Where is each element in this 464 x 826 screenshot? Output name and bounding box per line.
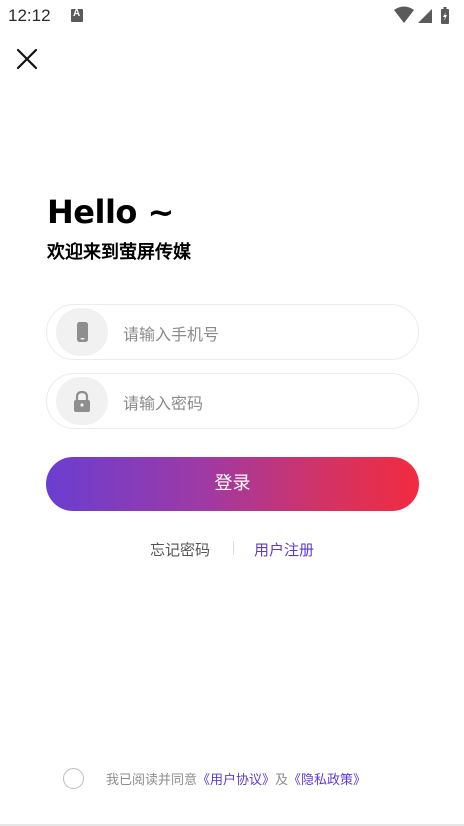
phone-icon — [77, 322, 88, 342]
agreement-row: 我已阅读并同意《用户协议》及《隐私政策》 — [0, 766, 464, 790]
status-icons — [394, 6, 456, 26]
lock-icon — [74, 391, 90, 412]
welcome-subtitle: 欢迎来到萤屏传媒 — [47, 242, 191, 263]
user-agreement-link[interactable]: 《用户协议》 — [197, 773, 275, 788]
phone-icon-badge — [56, 308, 108, 356]
links-divider — [233, 541, 234, 555]
lock-icon-badge — [56, 377, 108, 425]
forgot-password-link[interactable]: 忘记密码 — [150, 539, 210, 560]
greeting-title: Hello ~ — [47, 193, 174, 231]
signal-icon — [418, 9, 432, 23]
auth-links: 忘记密码 用户注册 — [0, 539, 464, 559]
status-bar: 12:12 — [0, 0, 464, 32]
password-placeholder: 请输入密码 — [123, 394, 204, 413]
phone-placeholder: 请输入手机号 — [123, 325, 220, 344]
agreement-prefix: 我已阅读并同意 — [106, 773, 198, 788]
notification-app-icon — [71, 8, 83, 22]
close-icon — [16, 48, 38, 70]
password-input[interactable]: 请输入密码 — [46, 373, 419, 429]
register-link[interactable]: 用户注册 — [254, 539, 314, 560]
privacy-policy-link[interactable]: 《隐私政策》 — [288, 773, 366, 788]
status-time: 12:12 — [8, 6, 51, 25]
battery-icon — [441, 7, 449, 24]
close-button[interactable] — [12, 44, 42, 74]
login-button[interactable]: 登录 — [46, 457, 419, 511]
agreement-conjunction: 及 — [275, 773, 289, 788]
agreement-checkbox[interactable] — [63, 768, 84, 789]
phone-input[interactable]: 请输入手机号 — [46, 304, 419, 360]
wifi-icon — [394, 6, 414, 23]
agreement-text: 我已阅读并同意《用户协议》及《隐私政策》 — [106, 769, 366, 788]
